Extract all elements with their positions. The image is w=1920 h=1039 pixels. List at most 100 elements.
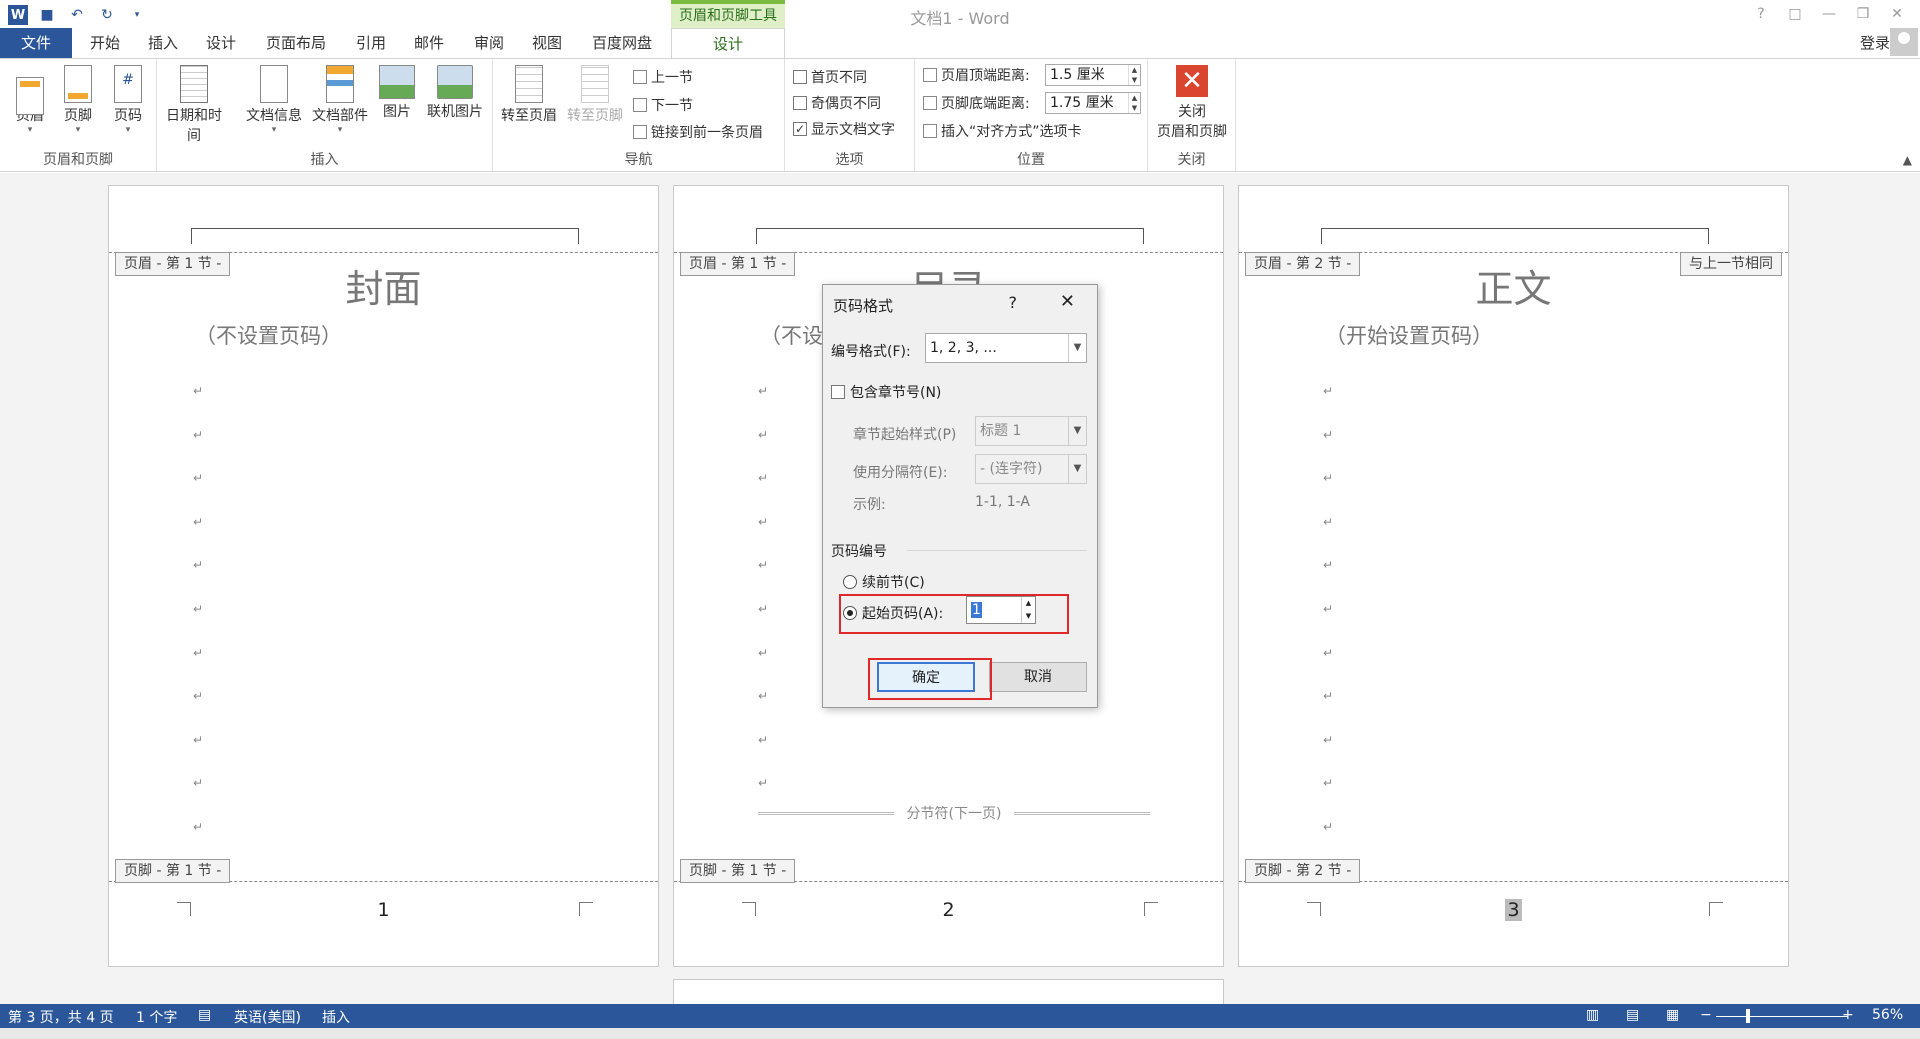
maximize-button[interactable]: ❐ (1846, 2, 1880, 26)
goto-header-button[interactable]: 转至页眉 (497, 65, 561, 125)
separator-label: 使用分隔符(E): (853, 465, 948, 481)
align-tab-icon (923, 124, 937, 138)
zoom-out-button[interactable]: − (1700, 1007, 1712, 1023)
cancel-button[interactable]: 取消 (989, 662, 1087, 692)
page-number: 3 (1239, 899, 1788, 921)
tab-file[interactable]: 文件 (0, 28, 72, 58)
page-number-selected[interactable]: 3 (1505, 899, 1522, 921)
group-label: 页眉和页脚 (43, 152, 113, 168)
group-navigation: 转至页眉 转至页脚 上一节 下一节 链接到前一条页眉 导航 (493, 59, 785, 171)
link-previous-button[interactable]: 链接到前一条页眉 (633, 122, 763, 142)
zoom-thumb[interactable] (1746, 1009, 1750, 1023)
close-window-button[interactable]: ✕ (1880, 2, 1914, 26)
continue-prev-radio[interactable]: 续前节(C) (843, 572, 925, 592)
picture-button[interactable]: 图片 (377, 65, 417, 121)
tab-layout[interactable]: 页面布局 (258, 28, 334, 58)
page-title: 封面 (345, 267, 422, 311)
page-subtitle: （开始设置页码） (1325, 324, 1493, 348)
header-button[interactable]: 页眉 ▾ (10, 65, 50, 135)
print-layout-icon[interactable]: ▤ (1626, 1007, 1639, 1023)
group-close: ✕ 关闭 页眉和页脚 关闭 (1148, 59, 1236, 171)
insert-mode[interactable]: 插入 (322, 1007, 350, 1027)
radio-icon (843, 575, 857, 589)
online-picture-button[interactable]: 联机图片 (423, 65, 487, 121)
chevron-down-icon[interactable]: ▼ (1068, 334, 1086, 362)
group-label: 导航 (624, 152, 653, 168)
close-hf-button[interactable]: ✕ 关闭 页眉和页脚 (1150, 65, 1234, 141)
contextual-tools-header: 页眉和页脚工具 (671, 0, 785, 28)
dialog-close-icon[interactable]: ✕ (1060, 291, 1075, 312)
diff-odd-even-checkbox[interactable]: 奇偶页不同 (793, 93, 881, 113)
zoom-in-button[interactable]: + (1842, 1007, 1854, 1023)
tab-references[interactable]: 引用 (348, 28, 394, 58)
highlight-box (868, 658, 992, 700)
docparts-button[interactable]: 文档部件 ▾ (309, 65, 371, 135)
zoom-level[interactable]: 56% (1872, 1007, 1903, 1023)
checkbox-checked-icon: ✓ (793, 122, 807, 136)
next-section-icon (633, 98, 647, 112)
prev-section-button[interactable]: 上一节 (633, 67, 693, 87)
proofing-icon[interactable]: ▤ (198, 1007, 211, 1023)
page-3: 页眉 - 第 2 节 - 与上一节相同 正文 （开始设置页码） ↵ ↵ ↵ ↵ ↵ ↵ ↵ ↵… (1238, 185, 1789, 967)
tab-baidu[interactable]: 百度网盘 (584, 28, 660, 58)
next-section-button[interactable]: 下一节 (633, 95, 693, 115)
spin-arrows-icon[interactable]: ▲ ▼ (1128, 93, 1140, 113)
diff-first-checkbox[interactable]: 首页不同 (793, 67, 867, 87)
header-top-icon (923, 68, 937, 82)
zoom-slider[interactable] (1716, 1016, 1848, 1017)
spin-arrows-icon[interactable]: ▲ ▼ (1128, 65, 1140, 85)
include-chapter-checkbox[interactable]: 包含章节号(N) (831, 382, 941, 402)
page-number-format-dialog: 页码格式 ? ✕ 编号格式(F): 1, 2, 3, ... ▼ 包含章节号(N… (822, 284, 1098, 708)
minimize-button[interactable]: — (1812, 2, 1846, 26)
dialog-title: 页码格式 (833, 297, 894, 315)
checkbox-icon (793, 96, 807, 110)
page-number-button[interactable]: 页码▾ (108, 65, 148, 135)
checkbox-icon (831, 385, 845, 399)
collapse-ribbon-icon[interactable]: ▲ (1903, 153, 1912, 167)
tab-design[interactable]: 设计 (198, 28, 244, 58)
docinfo-button[interactable]: 文档信息 ▾ (243, 65, 305, 135)
tab-mailings[interactable]: 邮件 (406, 28, 452, 58)
header-top-input[interactable]: 1.5 厘米 ▲ ▼ (1045, 64, 1141, 86)
web-layout-icon[interactable]: ▦ (1666, 1007, 1679, 1023)
page-title: 正文 (1475, 267, 1552, 311)
help-icon[interactable]: ? (1744, 2, 1778, 26)
tab-home[interactable]: 开始 (82, 28, 128, 58)
separator-select: - (连字符) ▼ (975, 454, 1087, 484)
chevron-down-icon: ▼ (1068, 417, 1086, 445)
page-count[interactable]: 第 3 页，共 4 页 (8, 1007, 114, 1027)
datetime-button[interactable]: 日期和时间 (163, 65, 225, 145)
header-rule (191, 228, 579, 244)
footer-bottom-icon (923, 96, 937, 110)
paragraph-marks: ↵ ↵ ↵ ↵ ↵ ↵ ↵ ↵ ↵ ↵ (758, 384, 769, 791)
link-icon (633, 125, 647, 139)
dialog-help-icon[interactable]: ? (1009, 293, 1018, 312)
footer-bottom-input[interactable]: 1.75 厘米 ▲ ▼ (1045, 92, 1141, 114)
group-header-footer: 页眉▾ 页脚▾ 页码▾ 页眉和页脚 (0, 59, 157, 171)
document-parts-icon (326, 65, 354, 103)
ribbon-display-icon[interactable]: □ (1778, 2, 1812, 26)
prev-section-icon (633, 70, 647, 84)
show-doc-text-checkbox[interactable]: ✓ 显示文档文字 (793, 119, 895, 139)
paragraph-marks: ↵ ↵ ↵ ↵ ↵ ↵ ↵ ↵ ↵ ↵ ↵ (193, 384, 204, 834)
word-count[interactable]: 1 个字 (136, 1007, 177, 1027)
number-format-label: 编号格式(F): (831, 344, 911, 360)
picture-icon (379, 65, 415, 99)
footer-tag: 页脚 - 第 1 节 - (115, 859, 231, 883)
language[interactable]: 英语(美国) (234, 1007, 301, 1027)
footer-tag: 页脚 - 第 1 节 - (680, 859, 796, 883)
number-format-select[interactable]: 1, 2, 3, ... ▼ (925, 333, 1087, 363)
page-number: 2 (942, 899, 955, 921)
tab-view[interactable]: 视图 (524, 28, 570, 58)
page-4 (673, 979, 1224, 1004)
avatar[interactable] (1890, 28, 1918, 56)
page-subtitle: （不设置页码） (195, 324, 342, 348)
read-mode-icon[interactable]: ▥ (1586, 1007, 1599, 1023)
insert-align-tab-button[interactable]: 插入“对齐方式”选项卡 (923, 121, 1082, 141)
login-link[interactable]: 登录 (1860, 32, 1890, 53)
tab-insert[interactable]: 插入 (140, 28, 186, 58)
close-icon: ✕ (1176, 65, 1208, 97)
tab-review[interactable]: 审阅 (466, 28, 512, 58)
footer-button[interactable]: 页脚 ▾ (58, 65, 98, 135)
tab-hf-design[interactable]: 设计 (671, 28, 785, 59)
